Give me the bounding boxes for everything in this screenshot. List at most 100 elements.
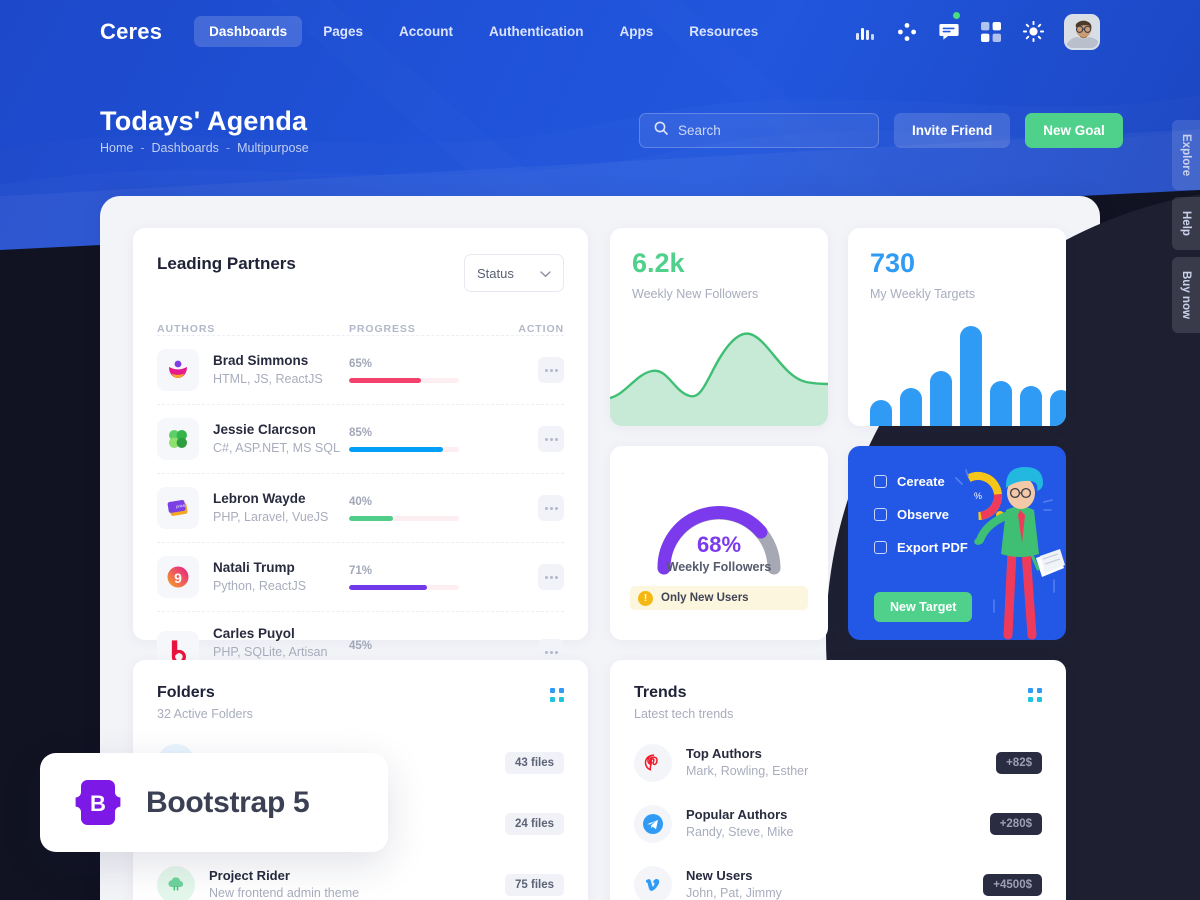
- list-item[interactable]: Project Rider New frontend admin theme 7…: [157, 866, 564, 900]
- partner-info: Jessie Clarcson C#, ASP.NET, MS SQL: [213, 421, 349, 457]
- row-menu-icon[interactable]: [538, 564, 564, 590]
- trend-amount: +4500$: [983, 874, 1042, 896]
- partners-title: Leading Partners: [157, 254, 296, 273]
- table-row[interactable]: Jessie Clarcson C#, ASP.NET, MS SQL 85%: [157, 404, 564, 473]
- nav-links: Dashboards Pages Account Authentication …: [194, 16, 773, 47]
- list-item[interactable]: Cereate: [874, 474, 1066, 489]
- svg-text:B: B: [90, 791, 106, 816]
- partner-percent: 65%: [349, 357, 373, 370]
- nav-link-account[interactable]: Account: [384, 16, 468, 47]
- partner-logo-icon: 9: [157, 556, 199, 598]
- partner-percent: 71%: [349, 564, 373, 577]
- trends-menu-icon[interactable]: [1028, 688, 1042, 702]
- sun-icon[interactable]: [1022, 21, 1044, 43]
- pinterest-icon: [634, 744, 672, 782]
- checkbox-icon[interactable]: [874, 508, 887, 521]
- breadcrumb: Home - Dashboards - Multipurpose: [100, 141, 309, 155]
- list-item[interactable]: Observe: [874, 507, 1066, 522]
- progress-track: [349, 584, 459, 590]
- partner-info: Brad Simmons HTML, JS, ReactJS: [213, 352, 349, 388]
- trends-card: Trends Latest tech trends Top Authors Ma…: [610, 660, 1066, 900]
- partner-name: Lebron Wayde: [213, 490, 306, 506]
- only-new-users-alert: ! Only New Users: [630, 586, 808, 610]
- trends-subtitle: Latest tech trends: [634, 707, 734, 721]
- navbar-actions: [854, 0, 1100, 63]
- partner-logo-icon: [157, 418, 199, 460]
- avatar[interactable]: [1064, 13, 1100, 50]
- trend-sub: Mark, Rowling, Esther: [686, 764, 809, 779]
- weekly-followers-label: Weekly New Followers: [632, 287, 759, 301]
- warning-icon: !: [638, 590, 653, 606]
- column-action: ACTION: [518, 323, 564, 335]
- chat-icon[interactable]: [938, 11, 960, 43]
- search-input[interactable]: [678, 123, 864, 138]
- nav-link-resources[interactable]: Resources: [674, 16, 773, 47]
- brand-logo[interactable]: Ceres: [100, 19, 162, 45]
- weekly-followers-value: 6.2k: [632, 248, 685, 278]
- target-item-label: Observe: [897, 507, 950, 522]
- target-checklist: Cereate Observe Export PDF: [874, 474, 1066, 555]
- list-item[interactable]: Export PDF: [874, 540, 1066, 555]
- breadcrumb-separator: -: [140, 141, 145, 155]
- table-row[interactable]: 9 Natali Trump Python, ReactJS 71%: [157, 542, 564, 611]
- leading-partners-card: Leading Partners Status AUTHORS PROGRESS…: [133, 228, 588, 677]
- bar: [990, 381, 1012, 426]
- gauge-label: Weekly Followers: [666, 560, 772, 574]
- trend-sub: John, Pat, Jimmy: [686, 886, 782, 900]
- row-menu-icon[interactable]: [538, 357, 564, 383]
- partner-skills: Python, ReactJS: [213, 579, 307, 594]
- hero-toolbar: Invite Friend New Goal: [639, 113, 1123, 148]
- gauge-percent: 68%: [696, 532, 742, 557]
- bootstrap-logo-icon: B: [72, 780, 124, 825]
- sparkle-icon[interactable]: [896, 21, 918, 43]
- weekly-followers-gauge-card: 68% Weekly Followers ! Only New Users: [610, 446, 828, 640]
- list-item[interactable]: Top Authors Mark, Rowling, Esther +82$: [634, 744, 1042, 782]
- bar: [930, 371, 952, 426]
- gauge-chart: 68% Weekly Followers ! Only New Users: [610, 468, 828, 610]
- partner-action: [509, 564, 564, 590]
- invite-friend-button[interactable]: Invite Friend: [894, 113, 1011, 148]
- bar: [1050, 390, 1066, 426]
- breadcrumb-item-home[interactable]: Home: [100, 141, 133, 155]
- trend-sub: Randy, Steve, Mike: [686, 825, 794, 840]
- nav-link-pages[interactable]: Pages: [308, 16, 378, 47]
- partners-header: Leading Partners Status: [157, 254, 564, 292]
- new-target-card: Cereate Observe Export PDF New Target %: [848, 446, 1066, 640]
- checkbox-icon[interactable]: [874, 541, 887, 554]
- bar: [870, 400, 892, 426]
- trends-title: Trends: [634, 684, 687, 701]
- search-box[interactable]: [639, 113, 879, 148]
- nav-link-authentication[interactable]: Authentication: [474, 16, 599, 47]
- table-row[interactable]: price Lebron Wayde PHP, Laravel, VueJS 4…: [157, 473, 564, 542]
- folders-menu-icon[interactable]: [550, 688, 564, 702]
- chart-bar-icon[interactable]: [854, 21, 876, 43]
- row-menu-icon[interactable]: [538, 426, 564, 452]
- nav-link-dashboards[interactable]: Dashboards: [194, 16, 303, 47]
- breadcrumb-separator: -: [225, 141, 231, 155]
- status-filter-select[interactable]: Status: [464, 254, 564, 292]
- chevron-down-icon: [540, 266, 551, 281]
- nav-link-apps[interactable]: Apps: [604, 16, 668, 47]
- new-target-button[interactable]: New Target: [874, 592, 973, 622]
- list-item[interactable]: Popular Authors Randy, Steve, Mike +280$: [634, 805, 1042, 843]
- checkbox-icon[interactable]: [874, 475, 887, 488]
- new-goal-button[interactable]: New Goal: [1025, 113, 1123, 148]
- table-row[interactable]: Brad Simmons HTML, JS, ReactJS 65%: [157, 335, 564, 404]
- side-tab-buy-now[interactable]: Buy now: [1172, 257, 1200, 334]
- folder-icon: [157, 866, 195, 900]
- breadcrumb-item-dashboards[interactable]: Dashboards: [152, 141, 219, 155]
- folder-file-count: 75 files: [505, 874, 564, 896]
- page-title: Todays' Agenda: [100, 106, 308, 136]
- followers-area-chart: [610, 332, 828, 426]
- grid-icon[interactable]: [980, 21, 1002, 43]
- partner-logo-icon: price: [157, 487, 199, 529]
- folder-name: Project Rider: [209, 868, 290, 884]
- partner-percent: 40%: [349, 495, 373, 508]
- list-item[interactable]: New Users John, Pat, Jimmy +4500$: [634, 866, 1042, 900]
- side-tab-explore[interactable]: Explore: [1172, 120, 1200, 191]
- progress-track: [349, 446, 459, 452]
- row-menu-icon[interactable]: [538, 495, 564, 521]
- partner-skills: PHP, Laravel, VueJS: [213, 510, 329, 525]
- side-tab-help[interactable]: Help: [1172, 197, 1200, 251]
- column-authors: AUTHORS: [157, 323, 216, 335]
